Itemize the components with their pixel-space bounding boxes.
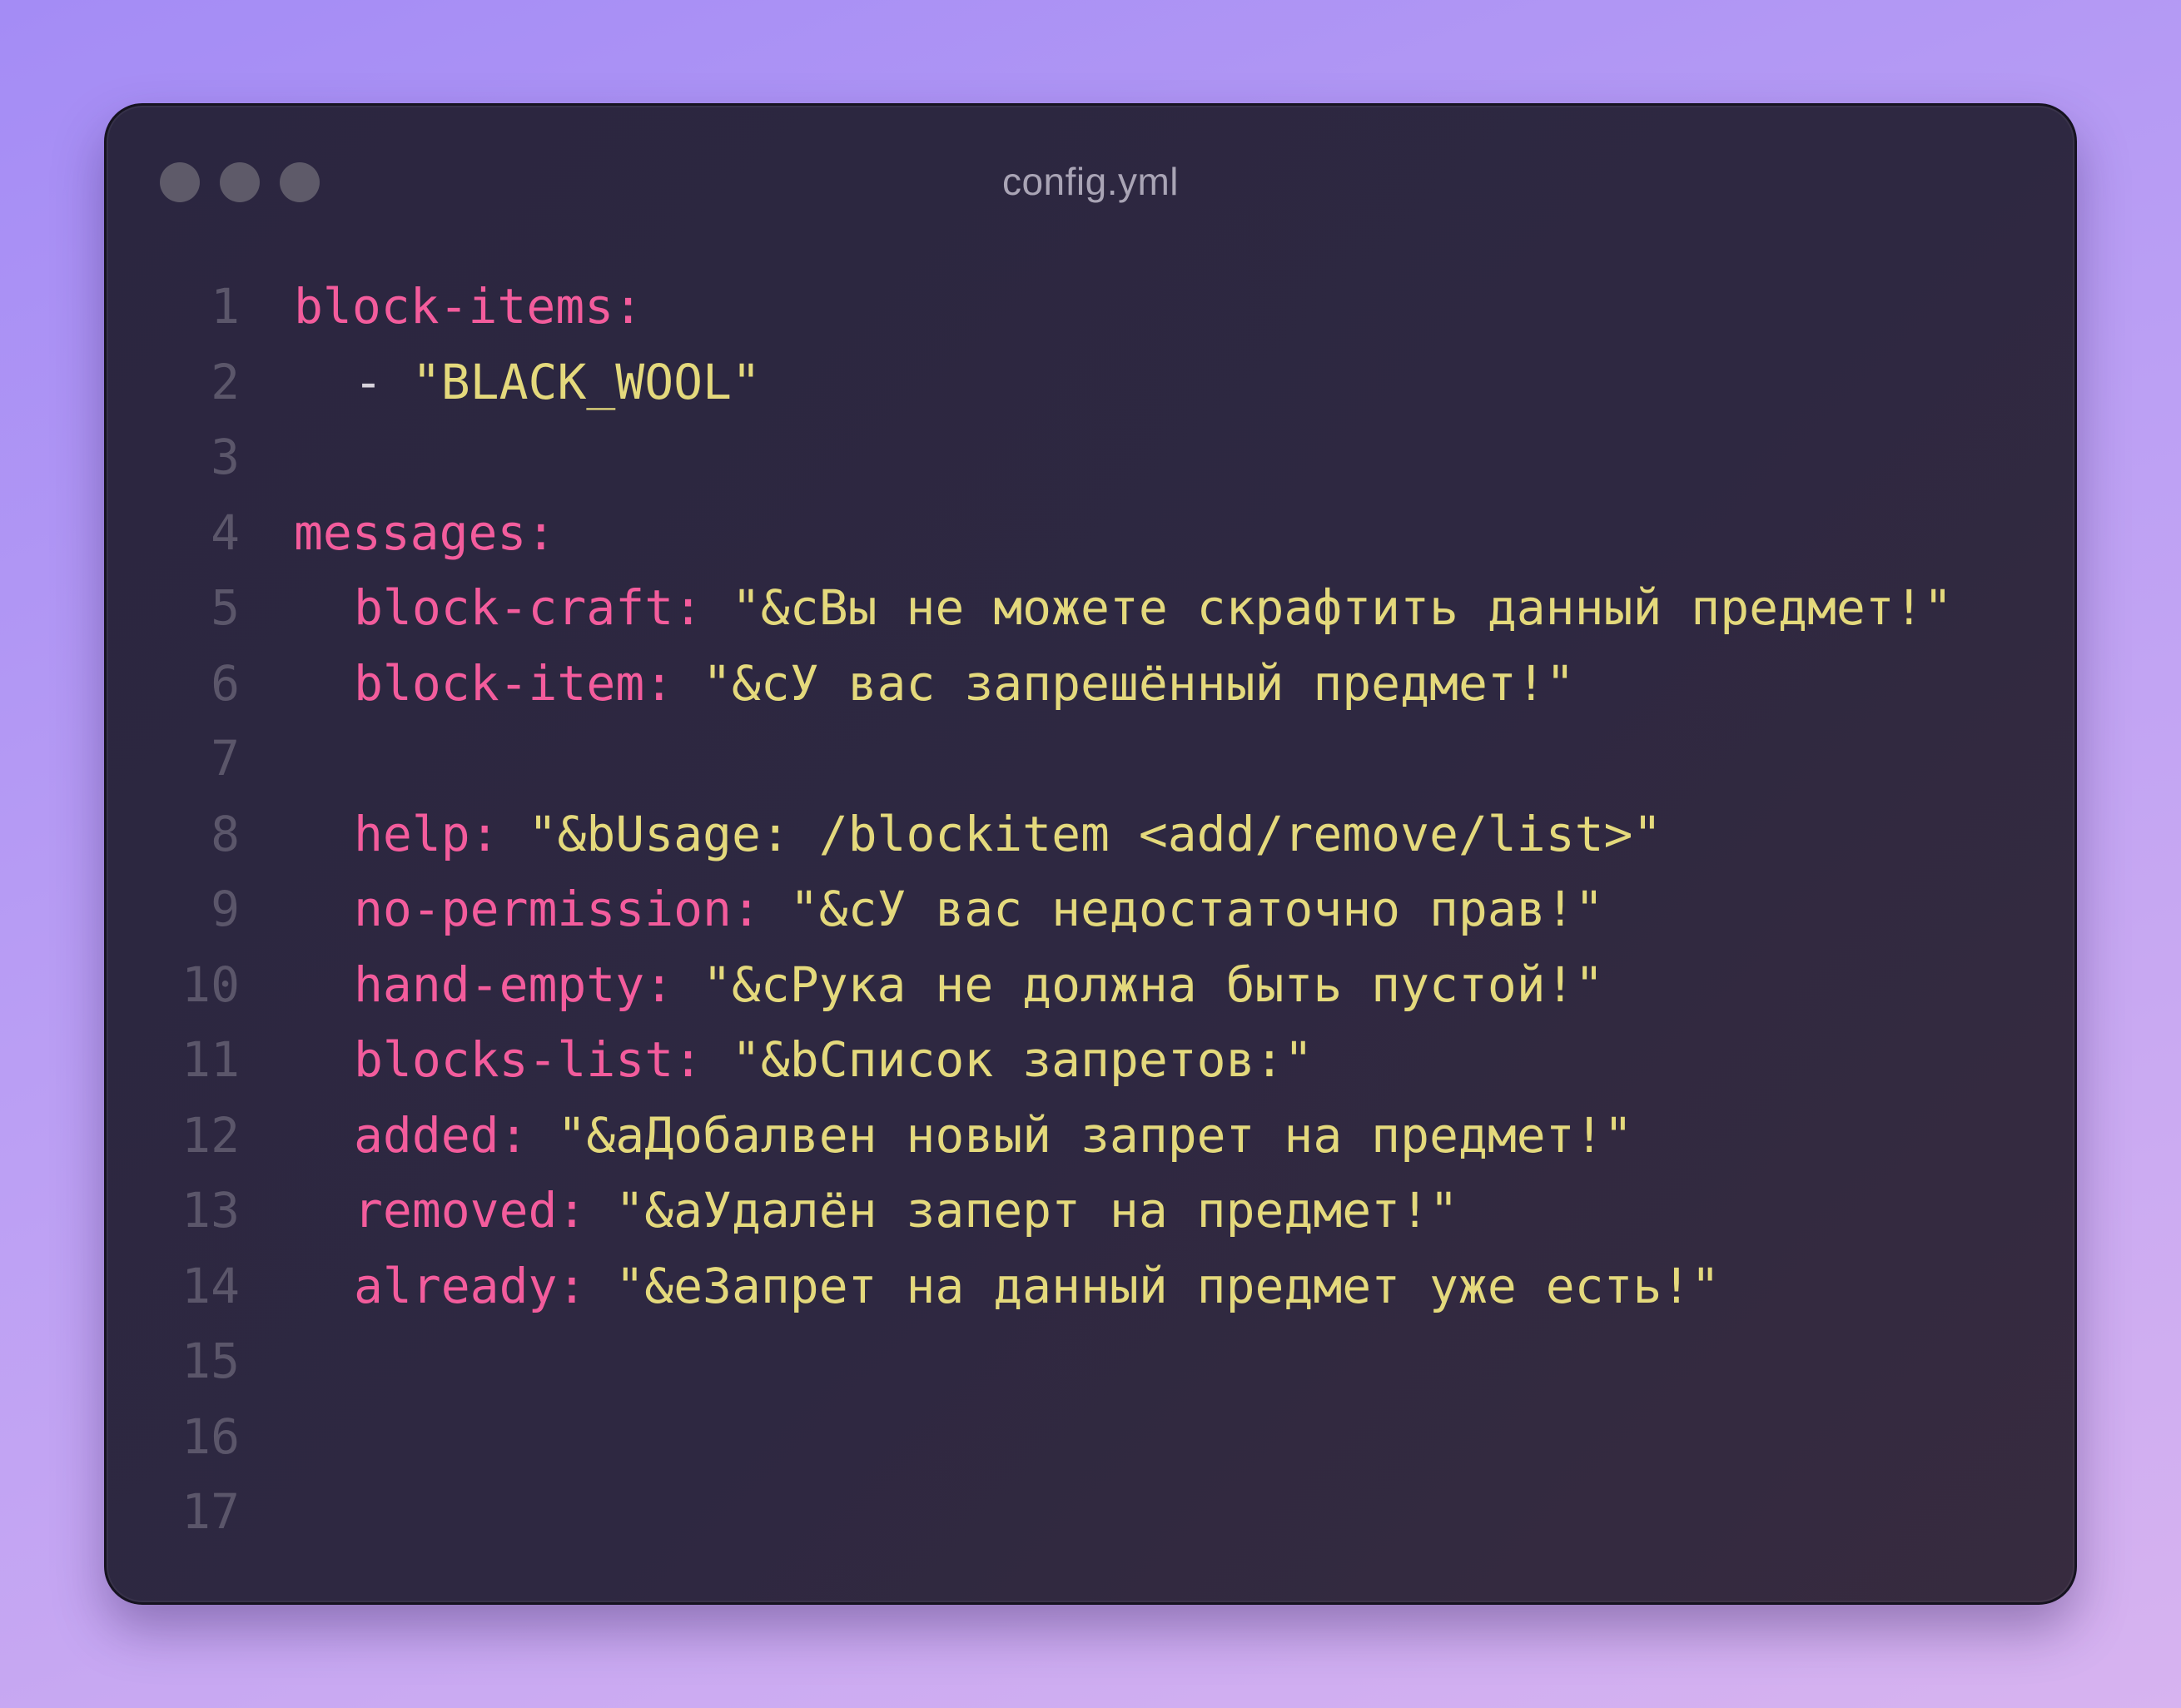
yaml-key: blocks-list [354, 1031, 674, 1088]
line-number: 15 [181, 1333, 240, 1389]
line-content: no-permission: "&cУ вас недостаточно пра… [294, 871, 1604, 947]
string-value: "&cУ вас недостаточно прав!" [789, 881, 1604, 937]
window-title: config.yml [1001, 160, 1180, 203]
line-content: block-craft: "&cВы не можете скрафтить д… [294, 570, 1953, 646]
line-content: block-item: "&cУ вас запрешённый предмет… [294, 646, 1575, 722]
code-line: 16 [107, 1399, 2074, 1475]
line-content: block-items: [294, 269, 643, 345]
yaml-key: removed [354, 1182, 558, 1239]
string-value: "&cВы не можете скрафтить данный предмет… [731, 579, 1953, 636]
code-line: 11 blocks-list: "&bСписок запретов:" [107, 1022, 2074, 1098]
yaml-key: hand-empty [354, 956, 645, 1013]
line-content: removed: "&aУдалён заперт на предмет!" [294, 1173, 1458, 1249]
yaml-key: messages [294, 504, 527, 561]
string-value: "&aДобалвен новый запрет на предмет!" [557, 1106, 1633, 1164]
key-colon: : [499, 1106, 558, 1164]
line-number: 4 [211, 504, 240, 561]
yaml-key: added [354, 1106, 499, 1164]
line-content: blocks-list: "&bСписок запретов:" [294, 1022, 1313, 1098]
string-value: "&aУдалён заперт на предмет!" [615, 1182, 1458, 1239]
code-line: 6 block-item: "&cУ вас запрешённый предме… [107, 646, 2074, 722]
code-line: 7 [107, 721, 2074, 797]
code-line: 10 hand-empty: "&cРука не должна быть пус… [107, 947, 2074, 1023]
line-number: 7 [211, 730, 240, 787]
line-number: 17 [181, 1483, 240, 1540]
string-value: "BLACK_WOOL" [411, 353, 761, 410]
yaml-key: already [354, 1257, 558, 1314]
key-colon: : [614, 278, 643, 335]
yaml-key: block-item [354, 654, 645, 712]
line-number: 6 [211, 654, 240, 712]
key-colon: : [469, 805, 529, 862]
yaml-key: block-craft [354, 579, 674, 636]
code-window: config.yml 1 block-items: 2 - "BLACK_WOOL" 3… [104, 103, 2077, 1605]
code-line: 4 messages: [107, 495, 2074, 571]
line-number: 8 [211, 805, 240, 862]
line-content: messages: [294, 495, 555, 571]
string-value: "&bСписок запретов:" [731, 1031, 1314, 1088]
key-colon: : [731, 881, 790, 937]
key-colon: : [557, 1257, 616, 1314]
code-line: 17 [107, 1474, 2074, 1550]
code-line: 2 - "BLACK_WOOL" [107, 345, 2074, 420]
line-number: 9 [211, 881, 240, 937]
code-line: 1 block-items: [107, 269, 2074, 345]
line-content: already: "&eЗапрет на данный предмет уже… [294, 1249, 1720, 1324]
yaml-key: help [354, 805, 470, 862]
line-content: added: "&aДобалвен новый запрет на предм… [294, 1098, 1632, 1174]
title-bar: config.yml [107, 106, 2074, 264]
list-dash: - [354, 353, 412, 410]
code-line: 15 [107, 1323, 2074, 1399]
string-value: "&cУ вас запрешённый предмет!" [703, 654, 1575, 712]
key-colon: : [644, 654, 703, 712]
line-content: - "BLACK_WOOL" [294, 345, 761, 420]
key-colon: : [526, 504, 556, 561]
key-colon: : [644, 956, 703, 1013]
line-content: help: "&bUsage: /blockitem <add/remove/l… [294, 797, 1662, 872]
line-number: 16 [181, 1408, 240, 1465]
code-line: 5 block-craft: "&cВы не можете скрафтить … [107, 570, 2074, 646]
string-value: "&eЗапрет на данный предмет уже есть!" [615, 1257, 1721, 1314]
line-number: 14 [181, 1257, 240, 1314]
string-value: "&bUsage: /blockitem <add/remove/list>" [528, 805, 1662, 862]
code-line: 8 help: "&bUsage: /blockitem <add/remove/… [107, 797, 2074, 872]
code-line: 14 already: "&eЗапрет на данный предмет у… [107, 1249, 2074, 1324]
line-content: hand-empty: "&cРука не должна быть пусто… [294, 947, 1604, 1023]
line-number: 13 [181, 1182, 240, 1239]
code-editor: 1 block-items: 2- "BLACK_WOOL" 3 4 messages: 5… [107, 269, 2074, 1550]
line-number: 1 [211, 278, 240, 335]
line-number: 2 [211, 353, 240, 410]
yaml-key: block-items [294, 278, 614, 335]
line-number: 12 [181, 1106, 240, 1164]
key-colon: : [673, 1031, 732, 1088]
key-colon: : [673, 579, 732, 636]
code-line: 13 removed: "&aУдалён заперт на предмет!" [107, 1173, 2074, 1249]
line-number: 11 [181, 1031, 240, 1088]
yaml-key: no-permission [354, 881, 732, 937]
code-line: 12 added: "&aДобалвен новый запрет на пре… [107, 1098, 2074, 1174]
key-colon: : [557, 1182, 616, 1239]
line-number: 3 [211, 429, 240, 485]
line-number: 10 [181, 956, 240, 1013]
code-line: 9 no-permission: "&cУ вас недостаточно пр… [107, 871, 2074, 947]
string-value: "&cРука не должна быть пустой!" [703, 956, 1604, 1013]
code-line: 3 [107, 420, 2074, 495]
line-number: 5 [211, 579, 240, 636]
